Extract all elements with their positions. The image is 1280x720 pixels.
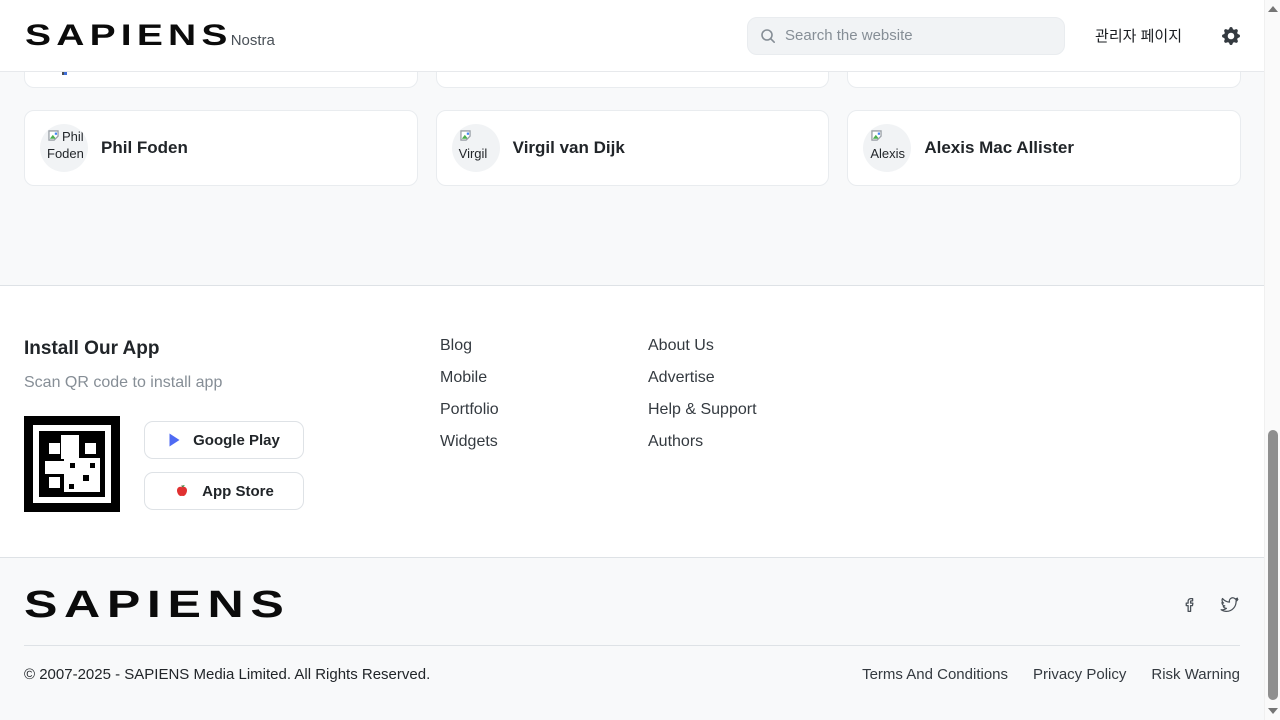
footer-link-authors[interactable]: Authors — [648, 434, 856, 450]
avatar: Phil Foden — [40, 124, 88, 172]
sapiens-logo[interactable]: SAPIENS — [25, 19, 233, 53]
footer-link-portfolio[interactable]: Portfolio — [440, 402, 648, 418]
play-icon — [168, 433, 181, 447]
avatar: Alexis — [863, 124, 911, 172]
avatar-alt-text: Alexis — [870, 146, 905, 161]
clipped-card[interactable] — [24, 72, 418, 88]
brand: SAPIENS Nostra — [25, 19, 275, 53]
site-tagline: Nostra — [231, 32, 275, 49]
clipped-card[interactable] — [847, 72, 1241, 88]
footer-nav-column-1: Blog Mobile Portfolio Widgets — [440, 338, 648, 557]
footer-nav-column-2: About Us Advertise Help & Support Author… — [648, 338, 856, 557]
person-name: Virgil van Dijk — [513, 138, 625, 158]
cards-row: Phil Foden Phil Foden Virgil Virgil van … — [24, 110, 1241, 186]
install-app-title: Install Our App — [24, 338, 440, 360]
scroll-down-button[interactable] — [1268, 708, 1278, 714]
scrollbar-thumb[interactable] — [1268, 430, 1278, 700]
google-play-button[interactable]: Google Play — [144, 421, 304, 459]
footer-link-about-us[interactable]: About Us — [648, 338, 856, 354]
app-store-button[interactable]: App Store — [144, 472, 304, 510]
footer-link-blog[interactable]: Blog — [440, 338, 648, 354]
footer-bottom: SAPIENS © 2007-2025 - SAPIENS Media Limi… — [0, 557, 1280, 720]
footer-link-help-support[interactable]: Help & Support — [648, 402, 856, 418]
sapiens-footer-logo: SAPIENS — [24, 584, 290, 627]
broken-image-fragment — [62, 72, 67, 75]
footer-link-advertise[interactable]: Advertise — [648, 370, 856, 386]
search-icon — [760, 28, 776, 44]
scroll-up-button[interactable] — [1268, 6, 1278, 12]
terms-and-conditions-link[interactable]: Terms And Conditions — [862, 666, 1008, 683]
top-header: SAPIENS Nostra 관리자 페이지 — [0, 0, 1280, 72]
person-card-alexis-mac-allister[interactable]: Alexis Alexis Mac Allister — [847, 110, 1241, 186]
copyright-text: © 2007-2025 - SAPIENS Media Limited. All… — [24, 666, 430, 683]
search-input[interactable] — [785, 27, 1052, 44]
person-card-virgil-van-dijk[interactable]: Virgil Virgil van Dijk — [436, 110, 830, 186]
search-box[interactable] — [747, 17, 1065, 55]
qr-code — [24, 416, 120, 512]
google-play-label: Google Play — [193, 432, 280, 449]
page: SAPIENS Nostra 관리자 페이지 Ph — [0, 0, 1280, 720]
avatar: Virgil — [452, 124, 500, 172]
install-app-section: Install Our App Scan QR code to install … — [24, 338, 440, 557]
person-name: Phil Foden — [101, 138, 188, 158]
avatar-alt-text: Virgil — [459, 146, 488, 161]
install-app-subtitle: Scan QR code to install app — [24, 374, 440, 392]
broken-image-icon — [870, 129, 883, 146]
content-area: Phil Foden Phil Foden Virgil Virgil van … — [0, 72, 1280, 285]
twitter-icon[interactable] — [1219, 595, 1240, 615]
person-card-phil-foden[interactable]: Phil Foden Phil Foden — [24, 110, 418, 186]
privacy-policy-link[interactable]: Privacy Policy — [1033, 666, 1126, 683]
risk-warning-link[interactable]: Risk Warning — [1151, 666, 1240, 683]
apple-icon — [174, 483, 190, 499]
gear-icon[interactable] — [1222, 27, 1240, 45]
clipped-card[interactable] — [436, 72, 830, 88]
footer-link-mobile[interactable]: Mobile — [440, 370, 648, 386]
broken-image-icon — [47, 129, 60, 146]
footer-link-widgets[interactable]: Widgets — [440, 434, 648, 450]
footer-main: Install Our App Scan QR code to install … — [0, 285, 1280, 557]
broken-image-icon — [459, 129, 472, 146]
app-store-label: App Store — [202, 483, 274, 500]
person-name: Alexis Mac Allister — [924, 138, 1074, 158]
admin-page-link[interactable]: 관리자 페이지 — [1095, 25, 1182, 46]
facebook-icon[interactable] — [1181, 595, 1199, 615]
scrollbar[interactable] — [1264, 0, 1280, 720]
cards-row-clipped — [24, 72, 1241, 88]
